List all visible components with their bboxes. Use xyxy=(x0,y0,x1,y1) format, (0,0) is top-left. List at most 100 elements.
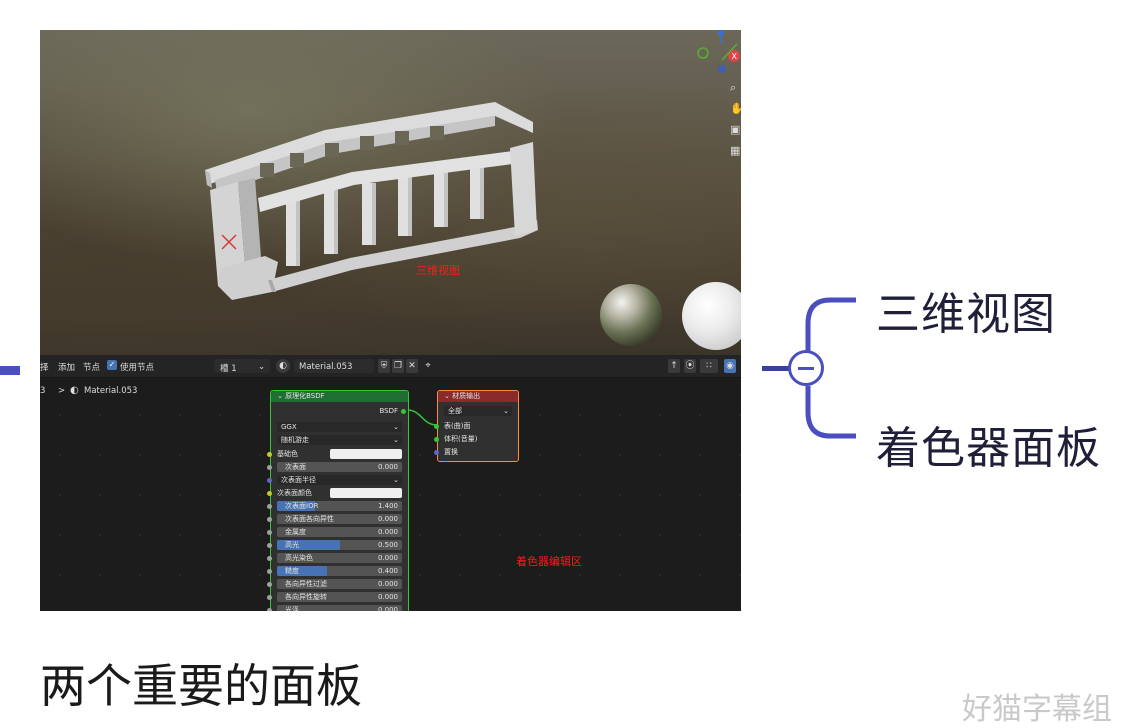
input-label: 次表面各向异性 xyxy=(285,515,334,523)
watermark: 好猫字幕组 xyxy=(962,692,1112,727)
input-value: 0.000 xyxy=(377,528,398,536)
chevron-down-icon: ⌄ xyxy=(393,476,399,484)
input-socket[interactable] xyxy=(267,542,272,548)
input-value: 0.000 xyxy=(377,606,398,611)
viewport-nav-icons: ⌕ ✋ ▣ ▦ xyxy=(730,78,741,166)
viewport-annotation: 三维视图 xyxy=(416,264,460,277)
subsurface-method-value: 随机游走 xyxy=(281,436,309,444)
bsdf-input-row[interactable]: 次表面半径 ⌄ xyxy=(267,475,402,485)
input-socket[interactable] xyxy=(434,436,439,442)
bsdf-input-row[interactable]: 高光染色 0.000 xyxy=(267,553,402,563)
bsdf-input-row[interactable]: 基础色 xyxy=(267,449,402,459)
collapse-chevron-icon[interactable]: ⌄ xyxy=(444,392,452,400)
bsdf-input-row[interactable]: 次表面 0.000 xyxy=(267,462,402,472)
input-value: 0.000 xyxy=(377,463,398,471)
input-label: 次表面IOR xyxy=(285,502,319,510)
material-output-node[interactable]: ⌄ 材质输出 全部 ⌄ 表(曲)面体积(音量) 置换 xyxy=(434,390,519,462)
input-socket[interactable] xyxy=(267,464,272,470)
bsdf-input-row[interactable]: 次表面各向异性 0.000 xyxy=(267,514,402,524)
input-socket[interactable] xyxy=(434,449,439,455)
collapse-chevron-icon[interactable]: ⌄ xyxy=(277,392,285,400)
input-socket[interactable] xyxy=(434,423,439,429)
input-label: 次表面颜色 xyxy=(277,489,312,497)
input-socket[interactable] xyxy=(267,607,272,611)
subsurface-method-dropdown[interactable]: 随机游走 ⌄ xyxy=(277,435,402,445)
chevron-down-icon: ⌄ xyxy=(503,407,509,415)
input-label: 基础色 xyxy=(277,450,298,458)
bsdf-input-row[interactable]: 各向异性旋转 0.000 xyxy=(267,592,402,602)
node-title: ⌄ 原理化BSDF xyxy=(271,391,408,402)
slide-title: 两个重要的面板 xyxy=(40,659,362,713)
output-input-row: 置换 xyxy=(434,447,512,457)
distribution-dropdown[interactable]: GGX ⌄ xyxy=(277,422,402,432)
distribution-value: GGX xyxy=(281,423,297,431)
input-value: 0.400 xyxy=(377,567,398,575)
blender-screenshot: 三维视图 X ⌕ ✋ ▣ ▦ 择 添加 节点 ✓ 使用节点 槽 1 ⌄ ◐ Ma… xyxy=(40,30,741,611)
hdri-preview-sphere xyxy=(600,284,662,346)
output-input-row: 体积(音量) xyxy=(434,434,512,444)
bsdf-input-row[interactable]: 金属度 0.000 xyxy=(267,527,402,537)
input-value: 0.500 xyxy=(377,541,398,549)
input-socket[interactable] xyxy=(267,555,272,561)
svg-text:X: X xyxy=(732,52,738,61)
bsdf-input-row[interactable]: 高光 0.500 xyxy=(267,540,402,550)
color-swatch[interactable] xyxy=(330,449,402,459)
input-socket[interactable] xyxy=(267,568,272,574)
input-value: 0.000 xyxy=(377,554,398,562)
bsdf-input-row[interactable]: 光泽 0.000 xyxy=(267,605,402,611)
3d-viewport[interactable]: 三维视图 X ⌕ ✋ ▣ ▦ xyxy=(40,30,741,355)
node-editor-annotation: 着色器编辑区 xyxy=(516,555,582,568)
bsdf-input-row[interactable]: 各向异性过滤 0.000 xyxy=(267,579,402,589)
grid-icon[interactable]: ▦ xyxy=(730,145,741,157)
input-label: 高光 xyxy=(285,541,299,549)
input-value: 1.400 xyxy=(377,502,398,510)
mindmap-branch-3d-view: 三维视图 xyxy=(876,289,1056,340)
input-socket[interactable] xyxy=(267,451,272,457)
input-value: 0.000 xyxy=(377,580,398,588)
bsdf-output-label: BSDF xyxy=(379,407,398,415)
input-label: 金属度 xyxy=(285,528,306,536)
bsdf-input-row[interactable]: 次表面颜色 xyxy=(267,488,402,498)
input-label: 体积(音量) xyxy=(444,435,478,443)
camera-icon[interactable]: ▣ xyxy=(730,124,741,136)
input-label: 光泽 xyxy=(285,606,299,611)
input-label: 表(曲)面 xyxy=(444,422,471,430)
input-value: 0.000 xyxy=(377,515,398,523)
input-label: 置换 xyxy=(444,448,458,456)
bsdf-input-row[interactable]: 糙度 0.400 xyxy=(267,566,402,576)
material-preview-sphere xyxy=(682,282,741,350)
navigation-gizmo[interactable]: X xyxy=(691,30,741,80)
output-target-dropdown[interactable]: 全部 ⌄ xyxy=(444,406,512,416)
left-connector xyxy=(0,366,20,375)
output-title: 材质输出 xyxy=(452,392,481,400)
node-title: ⌄ 材质输出 xyxy=(438,391,518,402)
input-socket[interactable] xyxy=(267,581,272,587)
chevron-down-icon: ⌄ xyxy=(393,423,399,431)
bsdf-output-row: BSDF xyxy=(277,406,406,416)
input-socket[interactable] xyxy=(267,477,272,483)
magnifier-icon[interactable]: ⌕ xyxy=(730,82,741,94)
input-socket[interactable] xyxy=(267,516,272,522)
bsdf-input-row[interactable]: 次表面IOR 1.400 xyxy=(267,501,402,511)
output-socket[interactable] xyxy=(401,408,406,414)
input-socket[interactable] xyxy=(267,503,272,509)
shader-node-editor[interactable]: 择 添加 节点 ✓ 使用节点 槽 1 ⌄ ◐ Material.053 ⛨ ❐ … xyxy=(40,355,741,611)
principled-bsdf-node[interactable]: ⌄ 原理化BSDF BSDF GGX ⌄ 随机游走 ⌄ 基础色 次表面 0.000 次… xyxy=(267,390,409,611)
input-label: 次表面 xyxy=(285,463,306,471)
output-input-row: 表(曲)面 xyxy=(434,421,512,431)
input-socket[interactable] xyxy=(267,529,272,535)
input-socket[interactable] xyxy=(267,490,272,496)
input-socket[interactable] xyxy=(267,594,272,600)
collapse-toggle[interactable] xyxy=(788,350,824,386)
minus-icon xyxy=(798,367,814,370)
input-label: 高光染色 xyxy=(285,554,313,562)
hand-icon[interactable]: ✋ xyxy=(730,103,741,115)
input-label: 各向异性过滤 xyxy=(285,580,327,588)
input-label: 次表面半径 xyxy=(281,476,316,484)
input-label: 各向异性旋转 xyxy=(285,593,327,601)
connector-line xyxy=(762,366,790,371)
input-label: 糙度 xyxy=(285,567,299,575)
output-target-value: 全部 xyxy=(448,407,462,415)
input-value: 0.000 xyxy=(377,593,398,601)
color-swatch[interactable] xyxy=(330,488,402,498)
